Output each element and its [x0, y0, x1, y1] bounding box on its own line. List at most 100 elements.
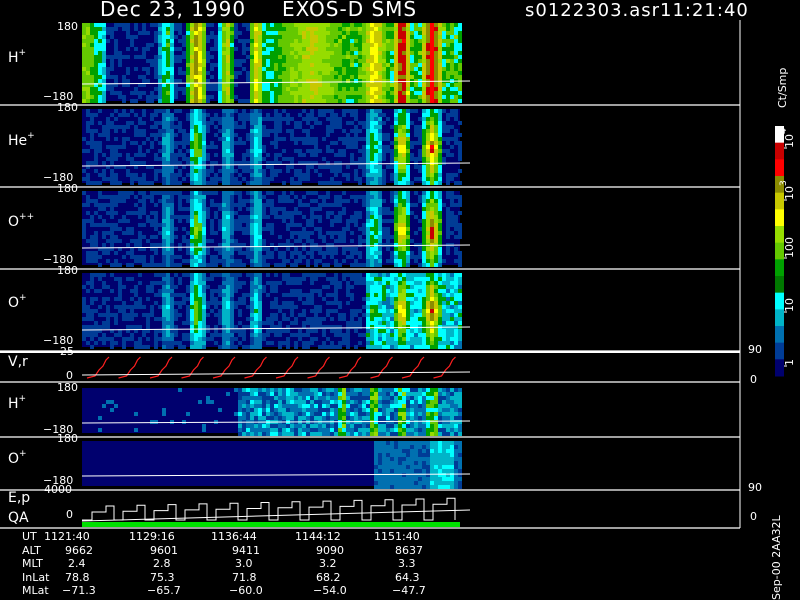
spectrogram-cell	[270, 317, 274, 321]
spectrogram-cell	[422, 191, 426, 195]
spectrogram-cell	[434, 67, 438, 71]
spectrogram-cell	[406, 173, 410, 177]
spectrogram-cell	[306, 55, 310, 59]
spectrogram-cell	[378, 317, 382, 321]
spectrogram-cell	[402, 211, 406, 215]
spectrogram-cell	[310, 309, 314, 313]
spectrogram-cell	[250, 157, 254, 161]
spectrogram-cell	[346, 39, 350, 43]
spectrogram-cell	[106, 321, 110, 325]
spectrogram-cell	[458, 259, 462, 263]
spectrogram-cell	[306, 329, 310, 333]
spectrogram-cell	[374, 341, 378, 345]
spectrogram-cell	[326, 345, 330, 349]
spectrogram-cell	[358, 165, 362, 169]
spectrogram-cell	[254, 153, 258, 157]
spectrogram-cell	[126, 67, 130, 71]
spectrogram-cell	[430, 133, 434, 137]
spectrogram-cell	[94, 63, 98, 67]
spectrogram-cell	[254, 47, 258, 51]
spectrogram-cell	[290, 333, 294, 337]
spectrogram-cell	[102, 273, 106, 277]
spectrogram-cell	[186, 75, 190, 79]
spectrogram-cell	[102, 235, 106, 239]
spectrogram-cell	[326, 27, 330, 31]
spectrogram-cell	[230, 329, 234, 333]
spectrogram-cell	[110, 203, 114, 207]
spectrogram-cell	[310, 231, 314, 235]
spectrogram-cell	[90, 255, 94, 259]
spectrogram-cell	[106, 239, 110, 243]
spectrogram-cell	[330, 75, 334, 79]
spectrogram-cell	[250, 169, 254, 173]
spectrogram-cell	[410, 255, 414, 259]
spectrogram-cell	[418, 31, 422, 35]
spectrogram-cell	[434, 35, 438, 39]
spectrogram-cell	[138, 255, 142, 259]
spectrogram-cell	[302, 27, 306, 31]
spectrogram-cell	[290, 99, 294, 103]
spectrogram-cell	[454, 251, 458, 255]
spectrogram-cell	[422, 35, 426, 39]
spectrogram-cell	[198, 67, 202, 71]
spectrogram-cell	[190, 273, 194, 277]
spectrogram-cell	[426, 149, 430, 153]
spectrogram-cell	[386, 31, 390, 35]
spectrogram-cell	[430, 259, 434, 263]
spectrogram-cell	[190, 71, 194, 75]
spectrogram-cell	[354, 177, 358, 181]
spectrogram-cell	[342, 235, 346, 239]
spectrogram-cell	[430, 263, 434, 267]
spectrogram-cell	[258, 333, 262, 337]
spectrogram-cell	[174, 191, 178, 195]
spectrogram-cell	[94, 43, 98, 47]
spectrogram-cell	[302, 47, 306, 51]
spectrogram-cell	[98, 59, 102, 63]
spectrogram-cell	[258, 67, 262, 71]
spectrogram-cell	[226, 293, 230, 297]
spectrogram-cell	[422, 83, 426, 87]
spectrogram-cell	[342, 211, 346, 215]
spectrogram-cell	[390, 31, 394, 35]
spectrogram-cell	[458, 39, 462, 43]
spectrogram-cell	[434, 99, 438, 103]
spectrogram-cell	[218, 31, 222, 35]
spectrogram-cell	[130, 181, 134, 185]
spectrogram-cell	[390, 219, 394, 223]
spectrogram-cell	[106, 31, 110, 35]
spectrogram-cell	[114, 203, 118, 207]
spectrogram-cell	[118, 333, 122, 337]
spectrogram-cell	[250, 125, 254, 129]
spectrogram-cell	[366, 285, 370, 289]
spectrogram-cell	[354, 35, 358, 39]
spectrogram-cell	[378, 63, 382, 67]
spectrogram-cell	[350, 95, 354, 99]
spectrogram-cell	[270, 55, 274, 59]
spectrogram-cell	[218, 289, 222, 293]
spectrogram-cell	[354, 141, 358, 145]
spectrogram-cell	[202, 293, 206, 297]
spectrogram-cell	[386, 341, 390, 345]
spectrogram-cell	[366, 313, 370, 317]
spectrogram-cell	[350, 23, 354, 27]
spectrogram-cell	[294, 121, 298, 125]
spectrogram-cell	[386, 137, 390, 141]
spectrogram-cell	[310, 117, 314, 121]
spectrogram-cell	[154, 87, 158, 91]
spectrogram-cell	[342, 95, 346, 99]
spectrogram-cell	[166, 227, 170, 231]
spectrogram-cell	[98, 277, 102, 281]
spectrogram-cell	[122, 23, 126, 27]
spectrogram-cell	[274, 273, 278, 277]
spectrogram-cell	[90, 243, 94, 247]
spectrogram-cell	[294, 47, 298, 51]
spectrogram-cell	[446, 67, 450, 71]
spectrogram-cell	[230, 109, 234, 113]
spectrogram-cell	[202, 145, 206, 149]
spectrogram-cell	[346, 47, 350, 51]
spectrogram-cell	[254, 173, 258, 177]
spectrogram-cell	[330, 219, 334, 223]
spectrogram-cell	[210, 23, 214, 27]
spectrogram-cell	[362, 91, 366, 95]
spectrogram-cell	[198, 199, 202, 203]
